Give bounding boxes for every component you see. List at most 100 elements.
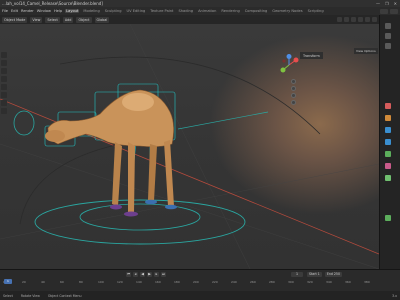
render-properties-icon[interactable] bbox=[385, 33, 391, 39]
scene-selector[interactable] bbox=[380, 8, 388, 14]
menu-edit[interactable]: Edit bbox=[11, 9, 18, 13]
output-properties-icon[interactable] bbox=[385, 43, 391, 49]
ruler-tick: 180 bbox=[174, 280, 180, 284]
current-frame-field[interactable]: 1 bbox=[291, 272, 303, 277]
play-reverse-icon[interactable]: ◀ bbox=[140, 272, 145, 277]
tab-texture-paint[interactable]: Texture Paint bbox=[149, 9, 174, 13]
ruler-tick: 220 bbox=[212, 280, 218, 284]
tab-animation[interactable]: Animation bbox=[197, 9, 217, 13]
ear-control-circle[interactable] bbox=[13, 110, 35, 136]
properties-editor bbox=[379, 15, 400, 269]
maximize-icon[interactable]: ❐ bbox=[385, 1, 389, 6]
visibility-icon[interactable] bbox=[337, 17, 342, 22]
jump-end-icon[interactable]: ⏭ bbox=[161, 272, 166, 277]
tool-properties-icon[interactable] bbox=[385, 23, 391, 29]
viewport-3d[interactable]: Transform View Options bbox=[0, 24, 379, 269]
menu-file[interactable]: File bbox=[2, 9, 8, 13]
world-properties-icon[interactable] bbox=[385, 115, 391, 121]
rotate-tool-icon[interactable] bbox=[1, 76, 7, 82]
ruler-tick: 240 bbox=[231, 280, 237, 284]
perspective-toggle-icon[interactable] bbox=[291, 100, 296, 105]
tab-uv-editing[interactable]: UV Editing bbox=[126, 9, 147, 13]
scale-tool-icon[interactable] bbox=[1, 84, 7, 90]
select-tool-icon[interactable] bbox=[1, 52, 7, 58]
transform-orientation[interactable]: Global bbox=[94, 16, 110, 23]
tab-geometry-nodes[interactable]: Geometry Nodes bbox=[271, 9, 303, 13]
ruler-tick: 120 bbox=[117, 280, 123, 284]
xray-icon[interactable] bbox=[358, 17, 363, 22]
menu-object[interactable]: Object bbox=[76, 16, 92, 23]
ruler-tick: 320 bbox=[307, 280, 313, 284]
ruler-tick: 360 bbox=[345, 280, 351, 284]
ruler-tick: 280 bbox=[269, 280, 275, 284]
menu-help[interactable]: Help bbox=[54, 9, 62, 13]
start-frame-field[interactable]: Start 1 bbox=[307, 272, 322, 277]
rig-curve-lower bbox=[19, 143, 121, 225]
timeline-ruler[interactable]: 0 20 40 60 80 100 120 140 160 180 200 22… bbox=[0, 280, 400, 288]
status-select-hint: Select bbox=[3, 293, 13, 298]
viewport-header: Object Mode View Select Add Object Globa… bbox=[0, 15, 379, 24]
root-control-circle[interactable] bbox=[34, 199, 246, 245]
overlay-icon[interactable] bbox=[351, 17, 356, 22]
tab-sculpting[interactable]: Sculpting bbox=[104, 9, 123, 13]
prev-keyframe-icon[interactable]: ◂ bbox=[133, 272, 138, 277]
status-version: 3.x bbox=[392, 293, 397, 298]
toolbar-left bbox=[1, 52, 8, 114]
jump-start-icon[interactable]: ⏮ bbox=[126, 272, 131, 277]
sidebar-tab-transform[interactable]: Transform bbox=[300, 52, 323, 59]
timeline-playhead[interactable]: 1 bbox=[4, 279, 12, 284]
play-icon[interactable]: ▶ bbox=[147, 272, 152, 277]
next-keyframe-icon[interactable]: ▸ bbox=[154, 272, 159, 277]
annotate-tool-icon[interactable] bbox=[1, 100, 7, 106]
tab-rendering[interactable]: Rendering bbox=[220, 9, 240, 13]
end-frame-field[interactable]: End 250 bbox=[324, 272, 342, 277]
view-options-button[interactable]: View Options bbox=[354, 48, 378, 54]
tab-compositing[interactable]: Compositing bbox=[244, 9, 269, 13]
ruler-tick: 260 bbox=[250, 280, 256, 284]
modifier-properties-icon[interactable] bbox=[385, 139, 391, 145]
ruler-tick: 80 bbox=[79, 280, 83, 284]
shading-material-icon[interactable] bbox=[372, 17, 377, 22]
timeline-controls: ⏮ ◂ ◀ ▶ ▸ ⏭ 1 Start 1 End 250 bbox=[0, 271, 400, 278]
menu-render[interactable]: Render bbox=[21, 9, 34, 13]
object-properties-icon[interactable] bbox=[385, 127, 391, 133]
tab-shading[interactable]: Shading bbox=[177, 9, 194, 13]
close-icon[interactable]: ✕ bbox=[394, 1, 397, 6]
status-bar: Select Rotate View Object Context Menu 3… bbox=[0, 291, 400, 300]
measure-tool-icon[interactable] bbox=[1, 108, 7, 114]
navigation-gizmo[interactable] bbox=[278, 54, 300, 76]
top-menubar: File Edit Render Window Help Layout Mode… bbox=[0, 7, 400, 15]
tab-scripting[interactable]: Scripting bbox=[307, 9, 325, 13]
data-properties-icon[interactable] bbox=[385, 151, 391, 157]
mode-selector[interactable]: Object Mode bbox=[2, 16, 28, 23]
tab-layout[interactable]: Layout bbox=[65, 9, 80, 13]
texture-properties-icon[interactable] bbox=[385, 175, 391, 181]
tab-modeling[interactable]: Modeling bbox=[82, 9, 100, 13]
transform-tool-icon[interactable] bbox=[1, 92, 7, 98]
base-control-circle[interactable] bbox=[79, 203, 201, 231]
timeline[interactable]: ⏮ ◂ ◀ ▶ ▸ ⏭ 1 Start 1 End 250 0 20 40 60… bbox=[0, 269, 400, 291]
tail-control[interactable] bbox=[177, 111, 269, 130]
view-layer-selector[interactable] bbox=[390, 8, 398, 14]
material-properties-icon[interactable] bbox=[385, 163, 391, 169]
menu-select[interactable]: Select bbox=[45, 16, 60, 23]
ruler-tick: 20 bbox=[22, 280, 26, 284]
scene-properties-icon[interactable] bbox=[385, 103, 391, 109]
navigation-buttons bbox=[291, 79, 296, 105]
minimize-icon[interactable]: — bbox=[376, 1, 380, 6]
camel-model[interactable] bbox=[45, 89, 177, 217]
menu-window[interactable]: Window bbox=[37, 9, 51, 13]
constraint-properties-icon[interactable] bbox=[385, 215, 391, 221]
zoom-icon[interactable] bbox=[291, 79, 296, 84]
ruler-tick: 200 bbox=[193, 280, 199, 284]
camera-view-icon[interactable] bbox=[291, 93, 296, 98]
ruler-tick: 60 bbox=[60, 280, 64, 284]
menu-add[interactable]: Add bbox=[62, 16, 74, 23]
shading-solid-icon[interactable] bbox=[365, 17, 370, 22]
gizmo-icon[interactable] bbox=[344, 17, 349, 22]
pan-icon[interactable] bbox=[291, 86, 296, 91]
move-tool-icon[interactable] bbox=[1, 68, 7, 74]
cursor-tool-icon[interactable] bbox=[1, 60, 7, 66]
status-menu-hint: Object Context Menu bbox=[47, 293, 82, 298]
menu-view[interactable]: View bbox=[30, 16, 43, 23]
